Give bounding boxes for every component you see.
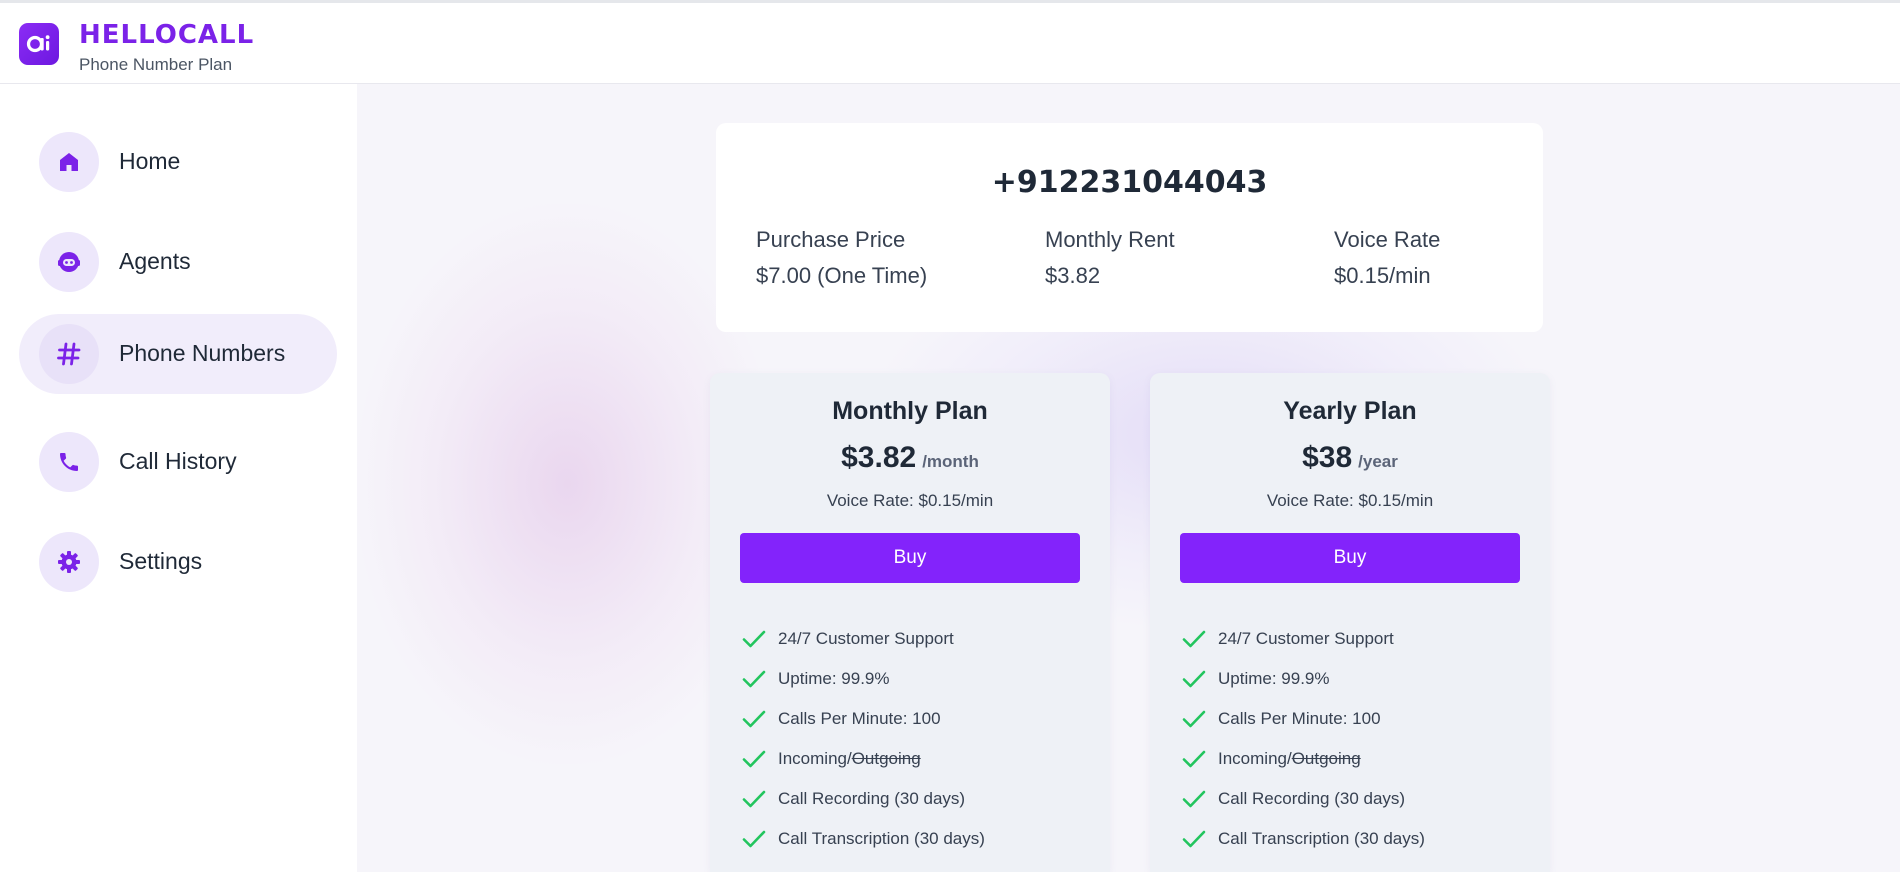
feature-text: Incoming/ [1218, 749, 1292, 768]
plan-price-row: $38/year [1150, 441, 1550, 475]
plan-price: $3.82 [841, 441, 917, 474]
plan-price-row: $3.82/month [710, 441, 1110, 475]
sidebar-item-call-history[interactable]: Call History [19, 422, 337, 502]
check-icon [1182, 790, 1206, 808]
purchase-price-label: Purchase Price [756, 227, 906, 252]
sidebar-item-label: Call History [119, 448, 237, 474]
feature-item: Uptime: 99.9% [1182, 664, 1330, 694]
feature-text: Uptime: 99.9% [778, 669, 890, 688]
sidebar-item-label: Home [119, 148, 181, 174]
monthly-rent-value: $3.82 [1045, 263, 1101, 288]
page-subtitle: Phone Number Plan [79, 55, 233, 74]
buy-yearly-button[interactable]: Buy [1180, 533, 1520, 583]
purchase-price-value: $7.00 (One Time) [756, 263, 928, 288]
check-icon [742, 790, 766, 808]
voice-rate-label: Voice Rate [1334, 227, 1441, 252]
feature-text: Call Recording (30 days) [778, 789, 966, 808]
feature-item: Calls Per Minute: 100 [1182, 704, 1381, 734]
plan-period: /year [1358, 452, 1398, 471]
agent-icon [39, 232, 99, 292]
gear-icon [39, 532, 99, 592]
sidebar-item-label: Agents [119, 248, 191, 274]
feature-item: 24/7 Customer Support [742, 624, 954, 654]
feature-item: Incoming/Outgoing [1182, 744, 1361, 774]
feature-item: Uptime: 99.9% [742, 664, 890, 694]
app-header: HELLOCALL Phone Number Plan [0, 0, 1900, 84]
sidebar-item-label: Settings [119, 548, 203, 574]
plan-voice-rate: Voice Rate: $0.15/min [1266, 491, 1434, 510]
check-icon [1182, 750, 1206, 768]
sidebar-item-agents[interactable]: Agents [19, 222, 337, 302]
feature-item: Call Recording (30 days) [1182, 784, 1405, 814]
plan-title: Monthly Plan [832, 397, 988, 425]
feature-text: Uptime: 99.9% [1218, 669, 1330, 688]
check-icon [1182, 830, 1206, 848]
check-icon [742, 750, 766, 768]
feature-text: Call Recording (30 days) [1218, 789, 1406, 808]
sidebar: Home Agents Phone Numbers Call History S… [0, 84, 357, 872]
feature-item: Call Recording (30 days) [742, 784, 965, 814]
hash-icon [39, 324, 99, 384]
monthly-rent-label: Monthly Rent [1045, 227, 1175, 252]
check-icon [742, 630, 766, 648]
check-icon [742, 830, 766, 848]
number-summary-card: +912231044043 Purchase Price $7.00 (One … [716, 123, 1543, 332]
brand-name: HELLOCALL [79, 20, 255, 50]
plan-price: $38 [1302, 441, 1353, 474]
plan-period: /month [922, 452, 979, 471]
feature-item: 24/7 Customer Support [1182, 624, 1394, 654]
app-logo[interactable] [19, 23, 59, 65]
feature-item: Call Transcription (30 days) [742, 824, 985, 854]
feature-text: Incoming/ [778, 749, 852, 768]
feature-text: Calls Per Minute: 100 [778, 709, 941, 728]
monthly-plan-card: Monthly Plan $3.82/month Voice Rate: $0.… [710, 373, 1110, 872]
phone-number-title: +912231044043 [991, 165, 1268, 200]
plan-voice-rate: Voice Rate: $0.15/min [826, 491, 994, 510]
buy-monthly-button[interactable]: Buy [740, 533, 1080, 583]
feature-text: Call Transcription (30 days) [778, 829, 985, 848]
home-icon [39, 132, 99, 192]
yearly-plan-card: Yearly Plan $38/year Voice Rate: $0.15/m… [1150, 373, 1550, 872]
check-icon [1182, 710, 1206, 728]
check-icon [742, 710, 766, 728]
feature-text: 24/7 Customer Support [778, 629, 954, 648]
feature-struck-text: Outgoing [851, 749, 921, 768]
check-icon [1182, 670, 1206, 688]
phone-icon [39, 432, 99, 492]
feature-item: Incoming/Outgoing [742, 744, 921, 774]
sidebar-item-label: Phone Numbers [119, 340, 286, 366]
check-icon [742, 670, 766, 688]
check-icon [1182, 630, 1206, 648]
feature-item: Calls Per Minute: 100 [742, 704, 941, 734]
plan-title: Yearly Plan [1283, 397, 1417, 425]
voice-rate-value: $0.15/min [1334, 263, 1431, 288]
sidebar-item-settings[interactable]: Settings [19, 522, 337, 602]
feature-text: Calls Per Minute: 100 [1218, 709, 1381, 728]
feature-text: 24/7 Customer Support [1218, 629, 1394, 648]
feature-struck-text: Outgoing [1291, 749, 1361, 768]
sidebar-item-phone-numbers[interactable]: Phone Numbers [19, 314, 337, 394]
sidebar-item-home[interactable]: Home [19, 122, 337, 202]
feature-item: Call Transcription (30 days) [1182, 824, 1425, 854]
feature-text: Call Transcription (30 days) [1218, 829, 1425, 848]
logo-mark-icon [26, 35, 50, 53]
